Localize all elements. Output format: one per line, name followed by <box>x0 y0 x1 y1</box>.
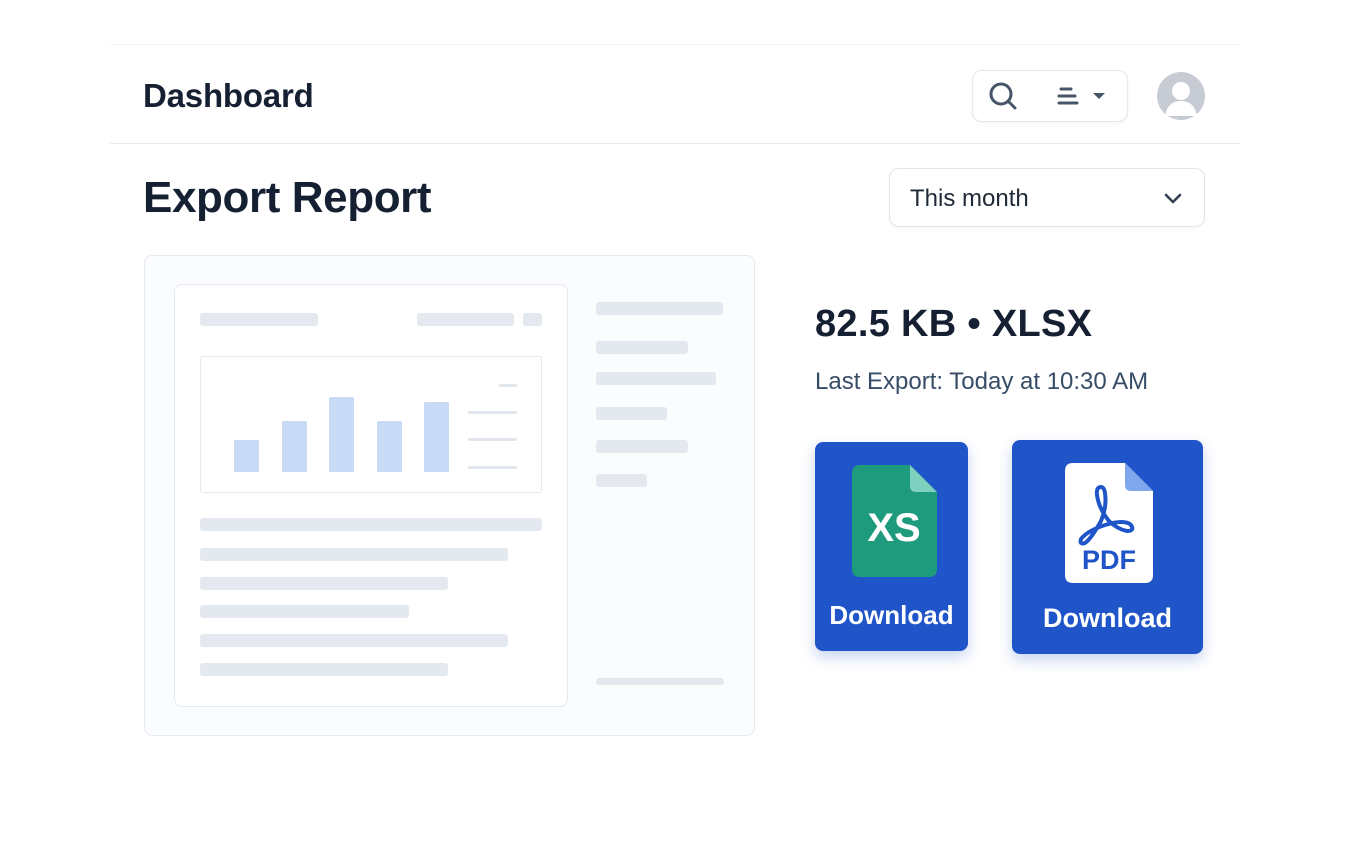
report-preview <box>144 255 755 736</box>
xlsx-badge-text: XS <box>867 506 920 550</box>
last-export-time: Last Export: Today at 10:30 AM <box>815 368 1149 395</box>
header-title: Dashboard <box>143 77 314 114</box>
caret-down-icon <box>1093 93 1105 99</box>
preview-chart-bar <box>329 397 354 472</box>
preview-header-placeholder <box>417 313 514 326</box>
preview-title-placeholder <box>200 313 318 326</box>
preview-header-placeholder <box>523 313 542 326</box>
legend-placeholder <box>499 384 517 387</box>
period-select-value: This month <box>910 185 1029 212</box>
pdf-badge-text: PDF <box>1082 545 1136 575</box>
preview-chart-bar <box>234 440 259 472</box>
header-toolbar <box>972 70 1128 122</box>
text-line-placeholder <box>200 518 542 531</box>
sort-lines-icon <box>1057 87 1079 105</box>
preview-chart <box>200 356 542 493</box>
sort-menu-button[interactable] <box>1055 81 1113 111</box>
preview-sheet <box>174 284 568 707</box>
side-line-placeholder <box>596 372 716 385</box>
avatar[interactable] <box>1157 72 1205 120</box>
text-line-placeholder <box>200 548 508 561</box>
page-title: Export Report <box>143 173 432 222</box>
download-pdf-label: Download <box>1043 603 1172 633</box>
side-line-placeholder <box>596 302 723 315</box>
text-line-placeholder <box>200 663 448 676</box>
legend-placeholder <box>468 438 517 441</box>
app-window: Dashboard Export Report This month 82.5 … <box>110 44 1240 805</box>
excel-file-icon: XS <box>852 465 937 577</box>
side-line-placeholder <box>596 341 688 354</box>
side-line-placeholder <box>596 440 688 453</box>
search-icon <box>989 82 1017 110</box>
top-header: Dashboard <box>110 45 1240 144</box>
text-line-placeholder <box>200 605 409 618</box>
user-avatar-icon <box>1165 82 1197 116</box>
legend-placeholder <box>468 411 517 414</box>
pdf-file-icon: PDF <box>1065 463 1153 583</box>
preview-chart-bar <box>281 421 307 472</box>
preview-chart-bar <box>424 402 449 472</box>
legend-placeholder <box>468 466 517 469</box>
download-xlsx-button[interactable]: XS Download <box>815 442 968 651</box>
period-select[interactable]: This month <box>889 168 1205 227</box>
preview-chart-bar <box>376 421 402 472</box>
side-line-placeholder <box>596 678 724 685</box>
download-pdf-button[interactable]: PDF Download <box>1012 440 1203 654</box>
side-line-placeholder <box>596 474 647 487</box>
chevron-down-icon <box>1164 193 1182 204</box>
side-line-placeholder <box>596 407 667 420</box>
download-xlsx-label: Download <box>829 600 954 630</box>
text-line-placeholder <box>200 634 508 647</box>
search-button[interactable] <box>987 81 1021 111</box>
text-line-placeholder <box>200 577 448 590</box>
file-size-format: 82.5 KB • XLSX <box>815 303 1093 345</box>
